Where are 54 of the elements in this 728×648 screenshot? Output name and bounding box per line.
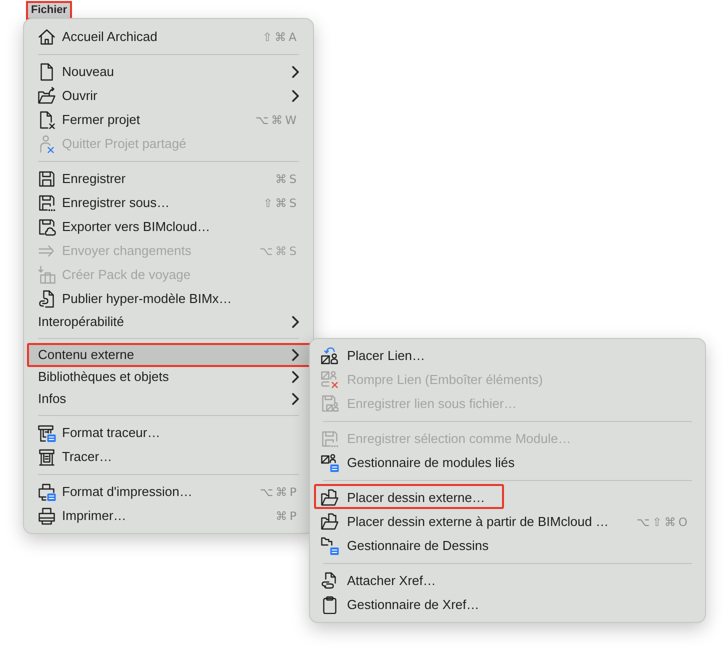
floppy-disk-person-icon: [321, 395, 339, 413]
menu-item[interactable]: Attacher Xref…: [315, 569, 700, 593]
menu-item[interactable]: Placer Lien…: [315, 344, 700, 368]
menu-item[interactable]: Format traceur…: [28, 421, 309, 445]
shortcut-label: ⇧⌘A: [262, 29, 299, 45]
menu-item[interactable]: Infos: [28, 388, 309, 410]
document-icon: [38, 63, 56, 81]
menu-item[interactable]: Gestionnaire de modules liés: [315, 451, 700, 475]
shortcut-label: ⌥⌘W: [255, 112, 299, 128]
shortcut-label: ⌘S: [275, 171, 299, 187]
document-link-icon: [38, 290, 56, 308]
person-x-icon: [38, 135, 56, 153]
clipboard-icon: [321, 596, 339, 614]
plotter-icon: [38, 448, 56, 466]
square-person-arrow-icon: [321, 347, 339, 365]
folder-arrow-icon: [38, 87, 56, 105]
folder-list-icon: [321, 537, 339, 555]
menu-item[interactable]: Enregistrer sous… ⇧⌘S: [28, 191, 309, 215]
menu-item[interactable]: Placer dessin externe…: [315, 486, 700, 510]
menu-item[interactable]: Accueil Archicad ⇧⌘A: [28, 25, 309, 49]
suitcase-arrow-icon: [38, 266, 56, 284]
floppy-disk-dots-icon: [38, 194, 56, 212]
menu-item[interactable]: Gestionnaire de Xref…: [315, 593, 700, 617]
menu-item[interactable]: Interopérabilité: [28, 311, 309, 333]
menu-item[interactable]: Contenu externe: [28, 344, 309, 366]
printer-list-icon: [38, 483, 56, 501]
house-icon: [38, 28, 56, 46]
folder-icon: [321, 513, 339, 531]
printer-icon: [38, 507, 56, 525]
menu-item[interactable]: Tracer…: [28, 445, 309, 469]
menu-item[interactable]: Bibliothèques et objets: [28, 366, 309, 388]
shortcut-label: ⌥⇧⌘O: [636, 514, 690, 530]
square-person-list-icon: [321, 454, 339, 472]
menu-item[interactable]: Enregistrer ⌘S: [28, 167, 309, 191]
menu-item[interactable]: Exporter vers BIMcloud…: [28, 215, 309, 239]
shortcut-label: ⌥⌘S: [259, 243, 299, 259]
shortcut-label: ⌘P: [276, 508, 299, 524]
menu-item[interactable]: Ouvrir: [28, 84, 309, 108]
floppy-disk-dots-icon: [321, 430, 339, 448]
menu-item[interactable]: Publier hyper-modèle BIMx…: [28, 287, 309, 311]
square-person-x-icon: [321, 371, 339, 389]
chain-document-icon: [321, 572, 339, 590]
folder-icon: [321, 489, 339, 507]
menu-item[interactable]: Gestionnaire de Dessins: [315, 534, 700, 558]
shortcut-label: ⇧⌘S: [263, 195, 299, 211]
shortcut-label: ⌥⌘P: [260, 484, 299, 500]
document-x-icon: [38, 111, 56, 129]
menu-item[interactable]: Placer dessin externe à partir de BIMcloud … ⌥⇧⌘O: [315, 510, 700, 534]
plotter-list-icon: [38, 424, 56, 442]
menu-item[interactable]: Format d'impression… ⌥⌘P: [28, 480, 309, 504]
menu-item[interactable]: Nouveau: [28, 60, 309, 84]
menu-item[interactable]: Fermer projet ⌥⌘W: [28, 108, 309, 132]
menu-item[interactable]: Imprimer… ⌘P: [28, 504, 309, 528]
floppy-disk-cloud-icon: [38, 218, 56, 236]
